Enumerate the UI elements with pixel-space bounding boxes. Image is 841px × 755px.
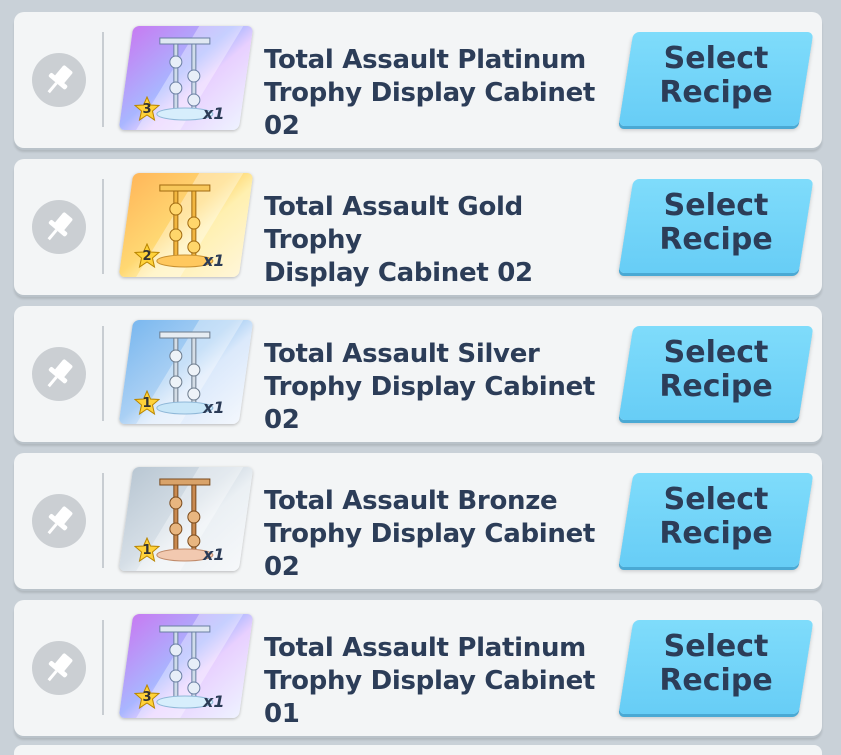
recipe-name-line: Total Assault Bronze	[264, 486, 558, 516]
button-label-line: Recipe	[659, 369, 773, 404]
pin-button[interactable]	[32, 347, 86, 401]
button-label: Select Recipe	[626, 483, 806, 551]
rarity-badge: 3	[133, 683, 161, 710]
button-label: Select Recipe	[626, 336, 806, 404]
button-label-line: Recipe	[659, 222, 773, 257]
divider	[102, 620, 104, 715]
pin-icon	[47, 506, 73, 535]
pin-icon	[47, 65, 73, 94]
button-label-line: Recipe	[659, 75, 773, 110]
pin-button[interactable]	[32, 641, 86, 695]
button-label: Select Recipe	[626, 189, 806, 257]
divider	[102, 473, 104, 568]
recipe-name-line: Trophy Display Cabinet 01	[264, 666, 596, 729]
recipe-name-line: Trophy Display Cabinet 02	[264, 519, 596, 582]
recipe-row: 3 x1 Total Assault Platinum Trophy Displ…	[14, 600, 822, 736]
pin-button[interactable]	[32, 200, 86, 254]
rarity-badge: 1	[133, 536, 161, 563]
recipe-name: Total Assault Silver Trophy Display Cabi…	[264, 338, 624, 437]
button-label-line: Recipe	[659, 663, 773, 698]
select-recipe-button[interactable]: Select Recipe	[618, 326, 814, 420]
pin-button[interactable]	[32, 494, 86, 548]
divider	[102, 32, 104, 127]
pin-icon	[47, 359, 73, 388]
recipe-name-line: Total Assault Platinum	[264, 45, 586, 75]
recipe-row: 1 x1 Total Assault Bronze Trophy Display…	[14, 453, 822, 589]
button-label: Select Recipe	[626, 630, 806, 698]
button-label-line: Select	[663, 41, 769, 76]
rarity-badge: 3	[133, 95, 161, 122]
recipe-name-line: Total Assault Silver	[264, 339, 540, 369]
recipe-list: 3 x1 Total Assault Platinum Trophy Displ…	[14, 12, 824, 747]
pin-icon	[47, 212, 73, 241]
select-recipe-button[interactable]: Select Recipe	[618, 32, 814, 126]
button-label-line: Select	[663, 629, 769, 664]
divider	[102, 179, 104, 274]
recipe-name: Total Assault Platinum Trophy Display Ca…	[264, 632, 624, 731]
recipe-name-line: Trophy Display Cabinet 02	[264, 78, 596, 141]
button-label-line: Recipe	[659, 516, 773, 551]
pin-button[interactable]	[32, 53, 86, 107]
rarity-value: 3	[142, 690, 152, 705]
divider	[102, 326, 104, 421]
rarity-value: 2	[142, 249, 152, 264]
recipe-name-line: Total Assault Gold Trophy	[264, 192, 523, 255]
rarity-badge: 2	[133, 242, 161, 269]
button-label-line: Select	[663, 335, 769, 370]
rarity-badge: 1	[133, 389, 161, 416]
recipe-row: 3 x1 Total Assault Platinum Trophy Displ…	[14, 12, 822, 148]
recipe-name: Total Assault Bronze Trophy Display Cabi…	[264, 485, 624, 584]
quantity-label: x1	[203, 398, 225, 417]
select-recipe-button[interactable]: Select Recipe	[618, 179, 814, 273]
recipe-name: Total Assault Gold Trophy Display Cabine…	[264, 191, 624, 290]
rarity-value: 1	[142, 543, 152, 558]
button-label-line: Select	[663, 482, 769, 517]
quantity-label: x1	[203, 251, 225, 270]
recipe-name-line: Display Cabinet 02	[264, 258, 533, 288]
recipe-row: 2 x1 Total Assault Gold Trophy Display C…	[14, 159, 822, 295]
rarity-value: 1	[142, 396, 152, 411]
select-recipe-button[interactable]: Select Recipe	[618, 620, 814, 714]
recipe-name: Total Assault Platinum Trophy Display Ca…	[264, 44, 624, 143]
recipe-name-line: Trophy Display Cabinet 02	[264, 372, 596, 435]
quantity-label: x1	[203, 692, 225, 711]
button-label: Select Recipe	[626, 42, 806, 110]
quantity-label: x1	[203, 545, 225, 564]
rarity-value: 3	[142, 102, 152, 117]
pin-icon	[47, 653, 73, 682]
quantity-label: x1	[203, 104, 225, 123]
recipe-name-line: Total Assault Platinum	[264, 633, 586, 663]
button-label-line: Select	[663, 188, 769, 223]
select-recipe-button[interactable]: Select Recipe	[618, 473, 814, 567]
recipe-row: 1 x1 Total Assault Silver Trophy Display…	[14, 306, 822, 442]
